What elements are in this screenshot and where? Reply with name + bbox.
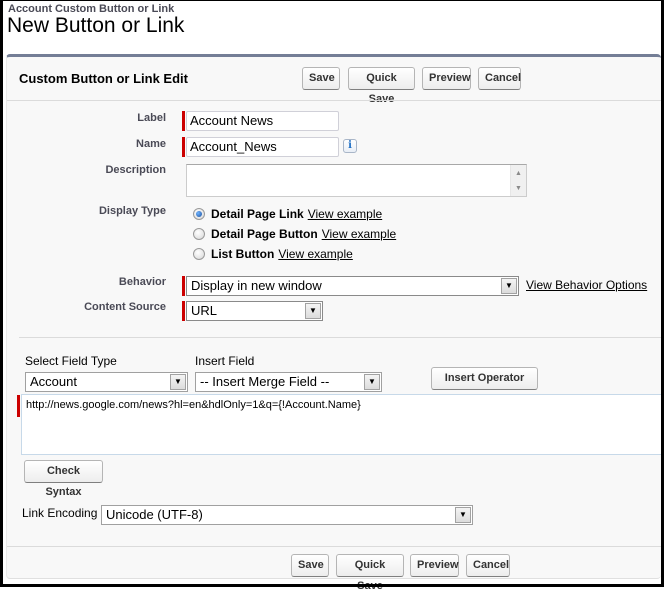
behavior-label: Behavior [118,276,166,288]
view-example-link[interactable]: View example [308,207,382,221]
save-button-top[interactable]: Save [302,67,340,90]
check-syntax-button[interactable]: Check Syntax [24,460,103,498]
preview-button-top[interactable]: Preview [422,67,471,90]
link-encoding-select[interactable]: Unicode (UTF-8) ▼ [101,505,473,525]
chevron-down-icon[interactable]: ▼ [501,278,517,294]
view-example-link[interactable]: View example [278,247,352,261]
content-source-select[interactable]: URL ▼ [186,301,323,321]
footer-divider [7,546,661,547]
insert-field-select[interactable]: -- Insert Merge Field -- ▼ [195,372,382,392]
display-type-option-detail-page-button[interactable]: Detail Page Button View example [193,226,396,242]
link-encoding-value: Unicode (UTF-8) [106,507,203,522]
select-field-type-value: Account [30,374,77,389]
radio-detail-page-link[interactable] [193,208,205,220]
name-input[interactable]: Account_News [186,137,339,157]
required-indicator [182,276,185,296]
chevron-down-icon[interactable]: ▼ [170,374,186,390]
link-encoding-label: Link Encoding [22,506,98,520]
display-type-label: Display Type [98,205,166,217]
chevron-down-icon[interactable]: ▼ [305,303,321,319]
display-type-option-list-button[interactable]: List Button View example [193,246,353,262]
description-scrollbar[interactable]: ▲ ▼ [510,165,526,196]
insert-field-value: -- Insert Merge Field -- [200,374,330,389]
insert-field-label: Insert Field [195,354,255,368]
formula-editor[interactable]: http://news.google.com/news?hl=en&hdlOnl… [21,394,664,455]
cancel-button-top[interactable]: Cancel [478,67,521,90]
select-field-type-select[interactable]: Account ▼ [25,372,188,392]
cancel-button-bottom[interactable]: Cancel [466,554,510,577]
radio-detail-page-button[interactable] [193,228,205,240]
radio-label: List Button [211,247,275,261]
required-indicator [182,137,185,157]
required-indicator [182,301,185,321]
radio-label: Detail Page Button [211,227,318,241]
view-behavior-options-link[interactable]: View Behavior Options [526,278,647,292]
required-indicator [182,111,185,131]
description-textarea[interactable]: ▲ ▼ [186,164,527,197]
panel-title: Custom Button or Link Edit [19,71,188,86]
section-divider [19,337,661,338]
radio-list-button[interactable] [193,248,205,260]
insert-operator-button[interactable]: Insert Operator ▼ [431,367,538,404]
label-input[interactable]: Account News [186,111,339,131]
content-source-value: URL [191,303,218,318]
label-field-label: Label [137,112,166,124]
page-title: New Button or Link [7,14,185,37]
quick-save-button-bottom[interactable]: Quick Save [336,554,404,592]
display-type-option-detail-page-link[interactable]: Detail Page Link View example [193,206,382,222]
chevron-down-icon[interactable]: ▼ [455,507,471,523]
scroll-down-icon[interactable]: ▼ [515,185,522,192]
insert-operator-label: Insert Operator [444,372,525,384]
header-divider [7,100,661,101]
quick-save-button-top[interactable]: Quick Save [348,67,415,105]
description-field-label: Description [105,164,166,176]
scroll-up-icon[interactable]: ▲ [515,170,522,177]
radio-label: Detail Page Link [211,207,304,221]
edit-panel [6,54,661,579]
preview-button-bottom[interactable]: Preview [410,554,459,577]
window-top-border [0,0,664,1]
content-source-label: Content Source [84,301,166,313]
save-button-bottom[interactable]: Save [291,554,329,577]
behavior-select[interactable]: Display in new window ▼ [186,276,519,296]
view-example-link[interactable]: View example [322,227,396,241]
behavior-value: Display in new window [191,278,322,293]
name-field-label: Name [136,138,166,150]
select-field-type-label: Select Field Type [25,354,117,368]
info-icon[interactable]: i [343,139,357,153]
required-indicator [17,395,20,417]
chevron-down-icon[interactable]: ▼ [364,374,380,390]
